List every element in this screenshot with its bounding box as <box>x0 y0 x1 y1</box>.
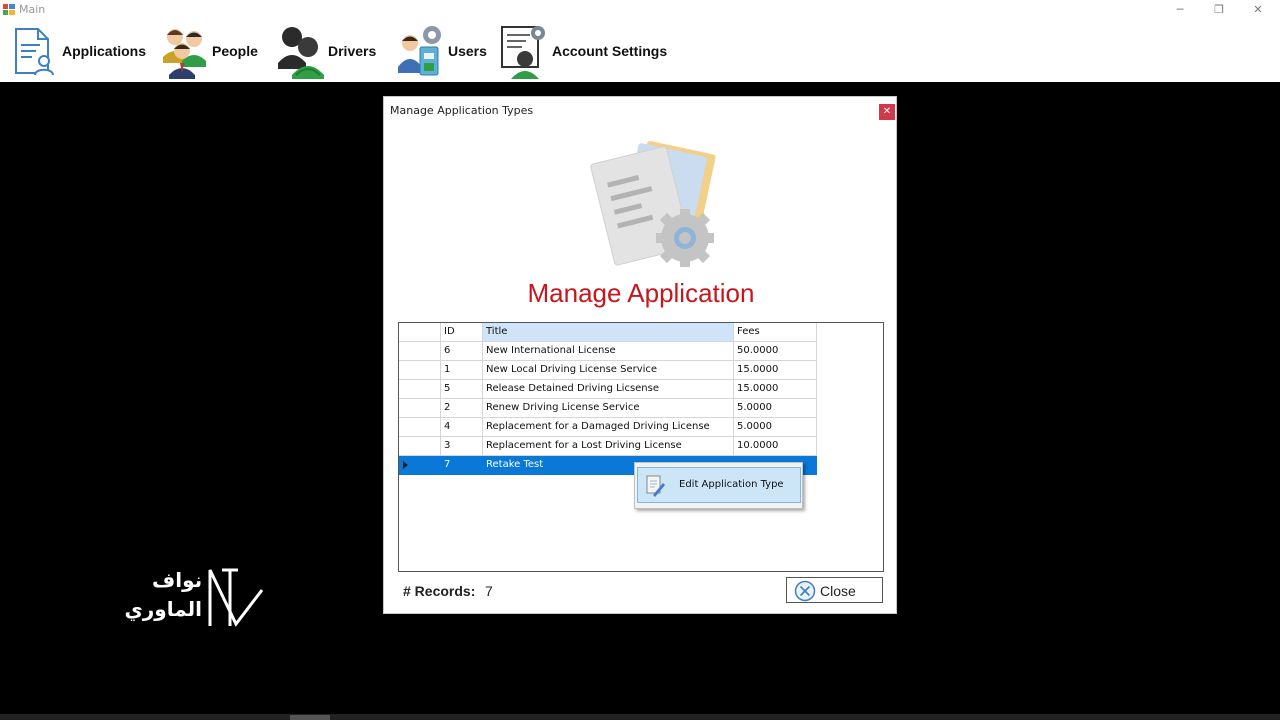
menu-item-edit-application-type[interactable]: Edit Application Type <box>637 467 801 503</box>
records-count: 7 <box>485 583 493 599</box>
window-title: Main <box>19 3 46 16</box>
cell-id: 7 <box>441 456 483 475</box>
gear-icon <box>656 209 714 267</box>
close-button-label: Close <box>820 583 856 599</box>
application-types-grid[interactable]: ID Title Fees 6 New International Licens… <box>398 322 884 572</box>
cell-fees: 5.0000 <box>734 418 817 437</box>
menu-item-drivers[interactable]: Drivers <box>276 20 376 82</box>
application-types-icon <box>590 140 716 267</box>
cell-id: 1 <box>441 361 483 380</box>
table-row[interactable]: 2 Renew Driving License Service 5.0000 <box>399 399 817 418</box>
cell-fees: 5.0000 <box>734 399 817 418</box>
people-icon <box>163 29 206 79</box>
watermark-line-2: الماوري <box>124 597 202 621</box>
table-row[interactable]: 1 New Local Driving License Service 15.0… <box>399 361 817 380</box>
main-menu-bar: Applications People Drivers Users Accoun… <box>0 20 1280 82</box>
grid-header-fees[interactable]: Fees <box>734 323 817 342</box>
menu-item-account-settings[interactable]: Account Settings <box>500 20 667 82</box>
applications-icon <box>15 28 54 76</box>
cell-fees: 50.0000 <box>734 342 817 361</box>
menu-label-users: Users <box>448 43 487 59</box>
cell-id: 4 <box>441 418 483 437</box>
cell-title: Replacement for a Lost Driving License <box>483 437 734 456</box>
menu-label-drivers: Drivers <box>328 43 377 59</box>
row-selector[interactable] <box>399 361 441 380</box>
menu-label-people: People <box>212 43 258 59</box>
grid-header-row: ID Title Fees <box>399 323 817 342</box>
table-row[interactable]: 5 Release Detained Driving Licsense 15.0… <box>399 380 817 399</box>
table-row[interactable]: 6 New International License 50.0000 <box>399 342 817 361</box>
app-icon <box>3 4 15 15</box>
cell-title: New Local Driving License Service <box>483 361 734 380</box>
cell-fees: 15.0000 <box>734 380 817 399</box>
restore-button[interactable]: ❐ <box>1211 2 1227 18</box>
cell-id: 2 <box>441 399 483 418</box>
cell-id: 5 <box>441 380 483 399</box>
close-button[interactable]: Close <box>786 577 883 603</box>
dialog-title: Manage Application Types <box>390 104 534 117</box>
account-settings-icon <box>501 26 545 79</box>
row-selector[interactable] <box>399 399 441 418</box>
bottom-scrollbar[interactable] <box>0 714 1280 720</box>
row-selector[interactable] <box>399 437 441 456</box>
context-menu-label: Edit Application Type <box>679 479 784 490</box>
menu-label-applications: Applications <box>62 43 147 59</box>
drivers-icon <box>278 27 324 79</box>
menu-label-account-settings: Account Settings <box>552 43 668 59</box>
cell-title: New International License <box>483 342 734 361</box>
menu-item-people[interactable]: People <box>160 20 258 82</box>
row-selector[interactable] <box>399 418 441 437</box>
cell-fees: 10.0000 <box>734 437 817 456</box>
grid-header-title[interactable]: Title <box>483 323 734 342</box>
records-label: # Records: <box>403 583 476 599</box>
menu-item-users[interactable]: Users <box>396 20 487 82</box>
table-row[interactable]: 4 Replacement for a Damaged Driving Lice… <box>399 418 817 437</box>
grid-header-selector <box>399 323 441 342</box>
cell-id: 6 <box>441 342 483 361</box>
watermark-line-1: نواف <box>152 568 203 592</box>
manage-application-types-dialog: Manage Application Types ✕ Manage Applic… <box>383 96 897 614</box>
dialog-close-button[interactable]: ✕ <box>879 104 895 120</box>
row-selector[interactable] <box>399 456 441 475</box>
menu-item-applications[interactable]: Applications <box>10 20 146 82</box>
scrollbar-thumb[interactable] <box>290 715 330 720</box>
cell-title: Replacement for a Damaged Driving Licens… <box>483 418 734 437</box>
users-icon <box>398 26 441 76</box>
grid-header-id[interactable]: ID <box>441 323 483 342</box>
title-bar: Main ─ ❐ ✕ <box>0 0 1280 20</box>
row-context-menu: Edit Application Type <box>634 462 803 509</box>
cell-id: 3 <box>441 437 483 456</box>
table-row[interactable]: 3 Replacement for a Lost Driving License… <box>399 437 817 456</box>
current-row-arrow-icon <box>403 461 408 469</box>
cell-title: Renew Driving License Service <box>483 399 734 418</box>
page-heading: Manage Application <box>527 278 755 308</box>
minimize-button[interactable]: ─ <box>1172 2 1188 18</box>
row-selector[interactable] <box>399 380 441 399</box>
cell-fees: 15.0000 <box>734 361 817 380</box>
row-selector[interactable] <box>399 342 441 361</box>
close-circle-icon <box>794 580 816 602</box>
edit-document-icon <box>646 475 665 497</box>
close-window-button[interactable]: ✕ <box>1250 2 1266 18</box>
cell-title: Release Detained Driving Licsense <box>483 380 734 399</box>
